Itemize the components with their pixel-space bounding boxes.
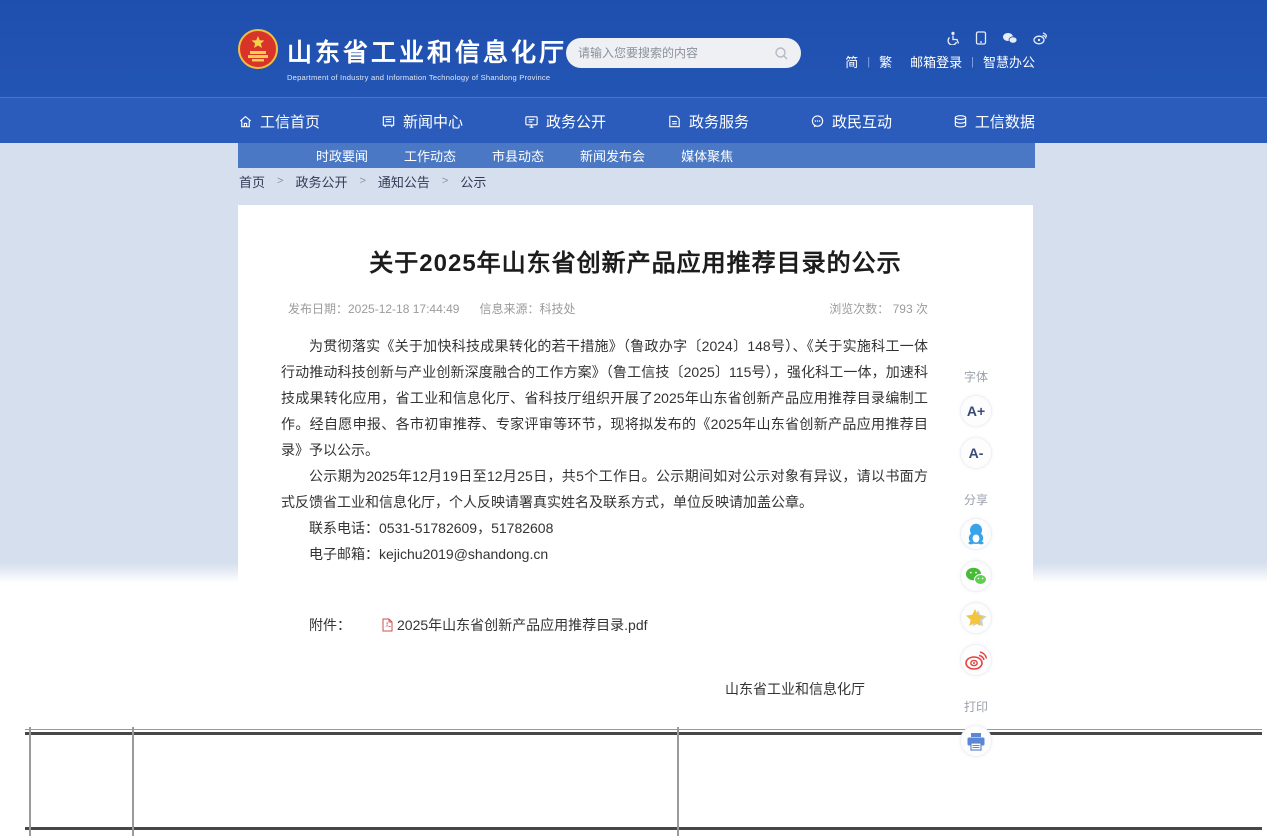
smart-office-link[interactable]: 智慧办公 (983, 52, 1035, 71)
wechat-icon (965, 567, 987, 586)
attachment-row: 附件： 2025年山东省创新产品应用推荐目录.pdf (281, 615, 928, 635)
site-subtitle: Department of Industry and Information T… (287, 73, 567, 82)
data-icon (953, 114, 968, 129)
subnav-item-politics-news[interactable]: 时政要闻 (316, 146, 368, 165)
font-decrease-button[interactable]: A- (960, 437, 992, 469)
nav-label: 新闻中心 (403, 111, 463, 132)
paragraph-2: 公示期为2025年12月19日至12月25日，共5个工作日。公示期间如对公示对象… (281, 463, 928, 515)
nav-label: 工信首页 (260, 111, 320, 132)
nav-item-gov-service[interactable]: 政务服务 (667, 111, 749, 132)
search-icon[interactable] (774, 46, 789, 61)
share-qq-button[interactable] (960, 518, 992, 550)
article-toolbar: 字体 A+ A- 分享 (952, 368, 1000, 757)
table-vline-left (29, 727, 31, 836)
nav-label: 工信数据 (975, 111, 1035, 132)
breadcrumb: 首页 > 政务公开 > 通知公告 > 公示 (239, 168, 486, 194)
nav-item-interaction[interactable]: 政民互动 (810, 111, 892, 132)
breadcrumb-separator: > (277, 175, 283, 187)
share-wechat-button[interactable] (960, 560, 992, 592)
home-icon (238, 114, 253, 129)
share-label: 分享 (952, 491, 1000, 508)
publish-date: 发布日期：2025-12-18 17:44:49 (288, 300, 459, 317)
table-border-bottom (25, 827, 1262, 830)
qq-icon (966, 523, 986, 545)
font-increase-label: A+ (967, 403, 985, 419)
nav-label: 政务服务 (689, 111, 749, 132)
signature-org: 山东省工业和信息化厅 (725, 679, 865, 699)
nav-label: 政民互动 (832, 111, 892, 132)
article-title: 关于2025年山东省创新产品应用推荐目录的公示 (238, 243, 1033, 278)
table-vline-2 (677, 727, 679, 836)
lang-simplified[interactable]: 简 (845, 52, 858, 71)
font-size-label: 字体 (952, 368, 1000, 385)
interact-icon (810, 114, 825, 129)
site-header: 山东省工业和信息化厅 Department of Industry and In… (0, 0, 1267, 97)
weibo-icon (965, 651, 987, 670)
search-box (566, 38, 801, 68)
view-count: 浏览次数： 793 次 (829, 300, 928, 317)
subnav-item-press-conference[interactable]: 新闻发布会 (580, 146, 645, 165)
table-border-top (25, 732, 1262, 735)
print-button[interactable] (960, 725, 992, 757)
attachment-label: 附件： (309, 617, 351, 633)
table-border-top-thin (25, 729, 1262, 730)
search-input[interactable] (578, 46, 774, 60)
breadcrumb-gov-open[interactable]: 政务公开 (295, 172, 347, 191)
weibo-share-icon[interactable] (1033, 32, 1047, 45)
subnav-item-work-updates[interactable]: 工作动态 (404, 146, 456, 165)
wechat-share-icon[interactable] (1002, 32, 1018, 45)
star-icon (965, 608, 987, 629)
divider: | (867, 56, 870, 68)
main-nav: 工信首页 新闻中心 政务公开 (0, 97, 1267, 143)
monitor-icon (524, 114, 539, 129)
printer-icon (966, 732, 986, 751)
info-source: 信息来源：科技处 (479, 300, 575, 317)
breadcrumb-home[interactable]: 首页 (239, 172, 265, 191)
subnav-item-city-county[interactable]: 市县动态 (492, 146, 544, 165)
emblem-icon (238, 29, 278, 69)
contact-phone: 联系电话：0531-51782609，51782608 (281, 515, 928, 541)
site-title-block: 山东省工业和信息化厅 Department of Industry and In… (287, 33, 567, 82)
breadcrumb-separator: > (442, 175, 448, 187)
subnav-item-media-focus[interactable]: 媒体聚焦 (681, 146, 733, 165)
header-link-row: 简 | 繁 邮箱登录 | 智慧办公 (870, 52, 1035, 71)
nav-item-gov-open[interactable]: 政务公开 (524, 111, 606, 132)
breadcrumb-current[interactable]: 公示 (460, 172, 486, 191)
mobile-icon[interactable] (975, 31, 987, 45)
contact-email: 电子邮箱：kejichu2019@shandong.cn (281, 541, 928, 567)
divider: | (971, 56, 974, 68)
share-favorite-button[interactable] (960, 602, 992, 634)
pdf-table-preview: 69 山东省水利勘测设计院有限公司 灌区工程运行管理系统 V1.0 (0, 700, 1267, 836)
print-label: 打印 (952, 698, 1000, 715)
breadcrumb-notices[interactable]: 通知公告 (378, 172, 430, 191)
accessibility-icon[interactable] (946, 31, 960, 45)
share-weibo-button[interactable] (960, 644, 992, 676)
paragraph-1: 为贯彻落实《关于加快科技成果转化的若干措施》（鲁政办字〔2024〕148号）、《… (281, 333, 928, 463)
nav-item-data[interactable]: 工信数据 (953, 111, 1035, 132)
subnav-bar: 时政要闻 工作动态 市县动态 新闻发布会 媒体聚焦 (238, 143, 1035, 168)
mail-login-link[interactable]: 邮箱登录 (910, 52, 962, 71)
national-emblem-logo[interactable] (238, 29, 278, 69)
breadcrumb-separator: > (359, 175, 365, 187)
table-vline-1 (132, 727, 134, 836)
page: 山东省工业和信息化厅 Department of Industry and In… (0, 0, 1267, 836)
article-meta: 发布日期：2025-12-18 17:44:49 信息来源：科技处 浏览次数： … (288, 300, 928, 317)
nav-item-news[interactable]: 新闻中心 (381, 111, 463, 132)
attachment-link[interactable]: 2025年山东省创新产品应用推荐目录.pdf (397, 617, 648, 633)
font-decrease-label: A- (969, 445, 984, 461)
news-icon (381, 114, 396, 129)
service-icon (667, 114, 682, 129)
nav-item-home[interactable]: 工信首页 (238, 111, 320, 132)
site-title: 山东省工业和信息化厅 (287, 33, 567, 69)
header-icon-row (946, 31, 1047, 45)
nav-label: 政务公开 (546, 111, 606, 132)
lang-traditional[interactable]: 繁 (879, 52, 892, 71)
font-increase-button[interactable]: A+ (960, 395, 992, 427)
article-card: 关于2025年山东省创新产品应用推荐目录的公示 发布日期：2025-12-18 … (238, 205, 1033, 691)
article-body: 为贯彻落实《关于加快科技成果转化的若干措施》（鲁政办字〔2024〕148号）、《… (281, 333, 928, 567)
pdf-file-icon (381, 618, 394, 632)
